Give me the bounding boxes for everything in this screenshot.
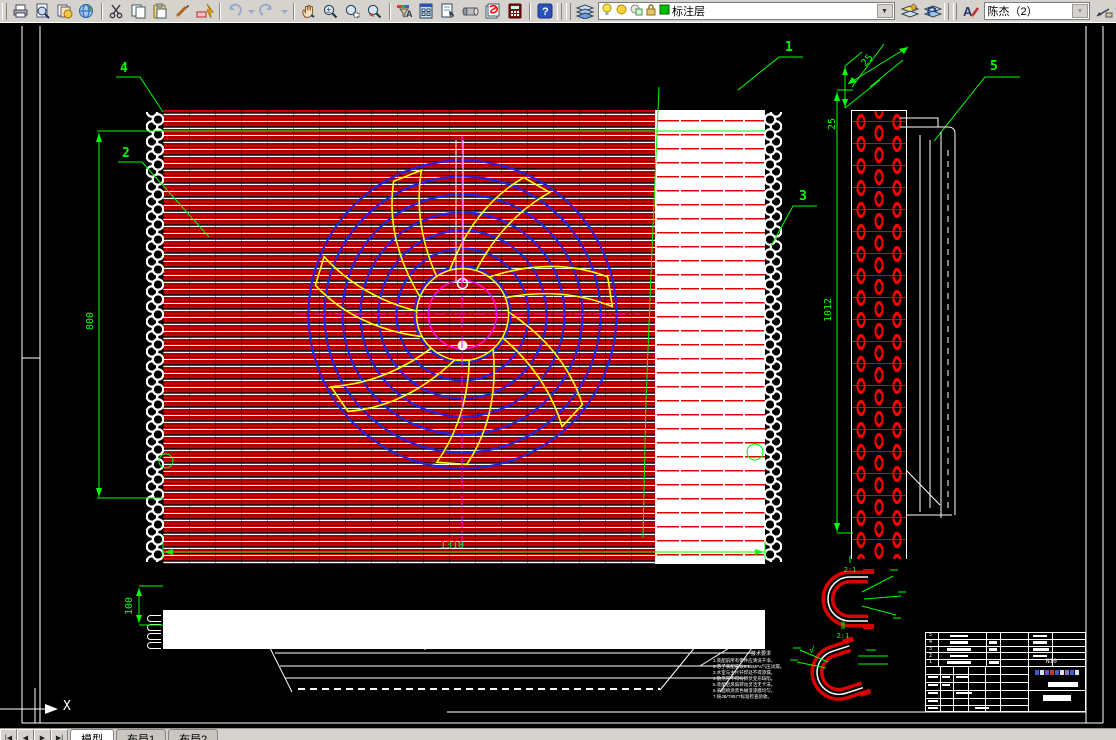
ucs-x-label: X — [63, 699, 71, 714]
tab-nav-last-icon[interactable]: ▶| — [51, 729, 68, 740]
tab-model[interactable]: 模型 — [70, 729, 114, 740]
dim-800: 800 — [85, 311, 96, 330]
org-name-strip — [1035, 670, 1079, 675]
balloon-5: 5 — [990, 59, 998, 74]
detail-2-scale: 2:1 — [836, 632, 850, 640]
balloon-3: 3 — [799, 189, 807, 204]
balloon-leaders — [116, 56, 1020, 469]
detail-1-label: Ⅰ — [848, 555, 852, 566]
centerlines — [294, 136, 640, 550]
bom-item-no: 3 — [929, 646, 933, 652]
bottom-shroud-view — [257, 629, 766, 693]
balloon-2: 2 — [122, 146, 130, 161]
layout-tab-bar: |◀ ◀ ▶ ▶| 模型 布局1 布局2 — [0, 728, 1116, 740]
ucs-icon — [0, 688, 58, 723]
surface-finish-symbol: √ — [809, 646, 815, 656]
dim-1310: 1310 — [440, 540, 465, 551]
balloon-4: 4 — [120, 61, 128, 76]
detail-2-tube — [810, 636, 872, 701]
dimension-arrows — [96, 47, 908, 623]
tab-nav-next-icon[interactable]: ▶ — [34, 729, 51, 740]
detail-2-label: Ⅱ — [840, 621, 846, 632]
dim-1012: 1012 — [823, 297, 834, 322]
note-line: 7.按JB/T8577标准检查验收。 — [713, 694, 773, 699]
material-code: N10 — [1046, 657, 1057, 665]
tab-layout1[interactable]: 布局1 — [116, 729, 167, 740]
break-line — [642, 86, 660, 539]
dim-100: 100 — [124, 596, 135, 615]
title-block: 5 4 3 2 1 N10 — [925, 632, 1086, 712]
tab-nav-prev-icon[interactable]: ◀ — [17, 729, 34, 740]
bom-item-no: 2 — [929, 652, 933, 659]
side-shroud-profile — [900, 117, 956, 518]
detail-1-scale: 2:1 — [843, 566, 857, 574]
tab-layout2[interactable]: 布局2 — [168, 729, 219, 740]
cad-application-window: ± A ? 标注层 ▼ A 陈杰（2） ▼ 4 2 1 3 5 800 1310… — [0, 0, 1116, 740]
dim-25-vert: 25 — [827, 117, 838, 130]
bom-item-no: 4 — [929, 639, 933, 645]
tab-nav-first-icon[interactable]: |◀ — [0, 729, 17, 740]
balloon-1: 1 — [785, 40, 793, 55]
dimension-lines — [97, 43, 909, 626]
bom-item-no: 5 — [929, 632, 933, 638]
notes-title: 技术要求 — [750, 651, 771, 657]
linework-overlay — [0, 26, 1104, 724]
detail-1-tube — [821, 569, 906, 629]
bom-item-no: 1 — [929, 659, 933, 665]
technical-notes: 技术要求 1.装配前所有零件应清洗干净。 2.芯子装配后以0.15MPa气压试漏… — [713, 651, 809, 700]
